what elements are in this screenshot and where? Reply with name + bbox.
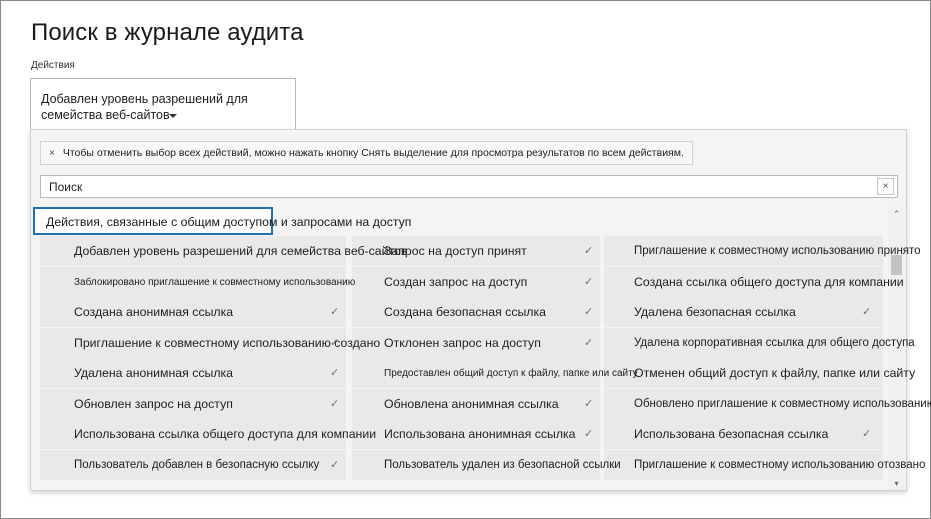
activity-option[interactable]: Создан запрос на доступ ✓ (352, 267, 600, 297)
activity-label: Обновлено приглашение к совместному испо… (634, 398, 931, 410)
activity-label: Добавлен уровень разрешений для семейств… (74, 244, 408, 258)
search-input-value: Поиск (49, 180, 83, 194)
group-title: Действия, связанные с общим доступом и з… (46, 215, 412, 229)
activity-label: Удалена анонимная ссылка (74, 366, 234, 380)
activities-search-input[interactable]: Поиск × (40, 175, 898, 198)
check-icon: ✓ (330, 306, 340, 318)
activity-option[interactable]: Создана безопасная ссылка ✓ (352, 297, 600, 327)
check-icon: ✓ (330, 367, 340, 379)
chevron-up-icon[interactable]: ⌃ (888, 207, 905, 221)
check-icon: ✓ (330, 459, 340, 471)
activity-option[interactable]: Приглашение к совместному использованию … (40, 328, 380, 358)
activity-option[interactable]: Создана анонимная ссылка ✓ (40, 297, 346, 327)
activity-option[interactable]: Использована анонимная ссылка ✓ (352, 419, 600, 449)
clear-search-icon[interactable]: × (877, 178, 894, 195)
activity-option[interactable]: Обновлено приглашение к совместному испо… (604, 389, 931, 419)
activity-option[interactable]: Приглашение к совместному использованию … (604, 450, 925, 480)
activity-label: Удалена безопасная ссылка (634, 305, 796, 319)
activity-label: Обновлена анонимная ссылка (384, 397, 559, 411)
clear-selection-hint-text: Чтобы отменить выбор всех действий, можн… (62, 147, 684, 159)
activity-label: Отменен общий доступ к файлу, папке или … (634, 366, 916, 380)
activity-label: Обновлен запрос на доступ (74, 397, 233, 411)
activity-option[interactable]: Заблокировано приглашение к совместному … (40, 267, 355, 297)
activity-option[interactable]: Отменен общий доступ к файлу, папке или … (604, 358, 915, 388)
activity-label: Отклонен запрос на доступ (384, 336, 541, 350)
activity-option[interactable]: Создана ссылка общего доступа для компан… (604, 267, 904, 297)
check-icon: ✓ (584, 306, 594, 318)
activity-label: Создана безопасная ссылка (384, 305, 546, 319)
activity-option[interactable]: Удалена анонимная ссылка ✓ (40, 358, 346, 388)
activity-option[interactable]: Отклонен запрос на доступ ✓ (352, 328, 600, 358)
activity-label: Создан запрос на доступ (384, 275, 528, 289)
chevron-down-icon[interactable] (168, 113, 177, 118)
activity-option[interactable]: Использована ссылка общего доступа для к… (40, 419, 376, 449)
check-icon: ✓ (584, 398, 594, 410)
clear-selection-hint: × Чтобы отменить выбор всех действий, мо… (40, 141, 693, 165)
activity-label: Использована ссылка общего доступа для к… (74, 427, 377, 441)
activity-label: Использована анонимная ссылка (384, 427, 576, 441)
check-icon: ✓ (862, 306, 872, 318)
activity-label: Создана анонимная ссылка (74, 305, 234, 319)
page-title: Поиск в журнале аудита (31, 19, 304, 46)
check-icon: ✓ (330, 398, 340, 410)
activities-grid: Добавлен уровень разрешений для семейств… (40, 236, 931, 480)
check-icon: ✓ (584, 428, 594, 440)
activity-option[interactable]: Предоставлен общий доступ к файлу, папке… (352, 358, 638, 388)
chevron-down-icon[interactable]: ▾ (888, 478, 905, 490)
activities-label: Действия (31, 60, 75, 71)
check-icon: ✓ (584, 337, 594, 349)
activity-label: Пользователь удален из безопасной ссылки (384, 459, 621, 471)
activity-option[interactable]: Удалена безопасная ссылка ✓ (604, 297, 883, 327)
check-icon: ✓ (584, 245, 594, 257)
activity-option[interactable]: Пользователь удален из безопасной ссылки (352, 450, 621, 480)
scrollbar-thumb[interactable] (891, 255, 902, 275)
activity-label: Запрос на доступ принят (384, 244, 527, 258)
activity-label: Пользователь добавлен в безопасную ссылк… (74, 459, 320, 471)
check-icon: ✓ (584, 276, 594, 288)
activities-select[interactable]: Добавлен уровень разрешений для семейств… (30, 78, 296, 130)
activity-label: Заблокировано приглашение к совместному … (74, 276, 356, 288)
audit-log-search-window: Поиск в журнале аудита Действия Добавлен… (0, 0, 931, 519)
activity-option[interactable]: Использована безопасная ссылка ✓ (604, 419, 883, 449)
activity-label: Удалена корпоративная ссылка для общего … (634, 337, 915, 349)
check-icon: ✓ (862, 428, 872, 440)
activity-label: Приглашение к совместному использованию … (634, 245, 921, 257)
activity-option[interactable]: Обновлена анонимная ссылка ✓ (352, 389, 600, 419)
activity-option[interactable]: Запрос на доступ принят ✓ (352, 236, 600, 266)
activity-label: Создана ссылка общего доступа для компан… (634, 275, 904, 289)
activity-label: Предоставлен общий доступ к файлу, папке… (384, 367, 638, 379)
activity-option[interactable]: Удалена корпоративная ссылка для общего … (604, 328, 915, 358)
activity-label: Использована безопасная ссылка (634, 427, 829, 441)
activity-option[interactable]: Пользователь добавлен в безопасную ссылк… (40, 450, 346, 480)
activity-option[interactable]: Добавлен уровень разрешений для семейств… (40, 236, 407, 266)
activity-label: Приглашение к совместному использованию … (634, 459, 926, 471)
close-icon[interactable]: × (49, 148, 55, 159)
activity-label: Приглашение к совместному использованию … (74, 336, 381, 350)
activity-option[interactable]: Приглашение к совместному использованию … (604, 236, 921, 266)
activities-selected-value: Добавлен уровень разрешений для семейств… (41, 92, 248, 122)
activity-option[interactable]: Обновлен запрос на доступ ✓ (40, 389, 346, 419)
activities-dropdown-panel: × Чтобы отменить выбор всех действий, мо… (30, 129, 931, 491)
